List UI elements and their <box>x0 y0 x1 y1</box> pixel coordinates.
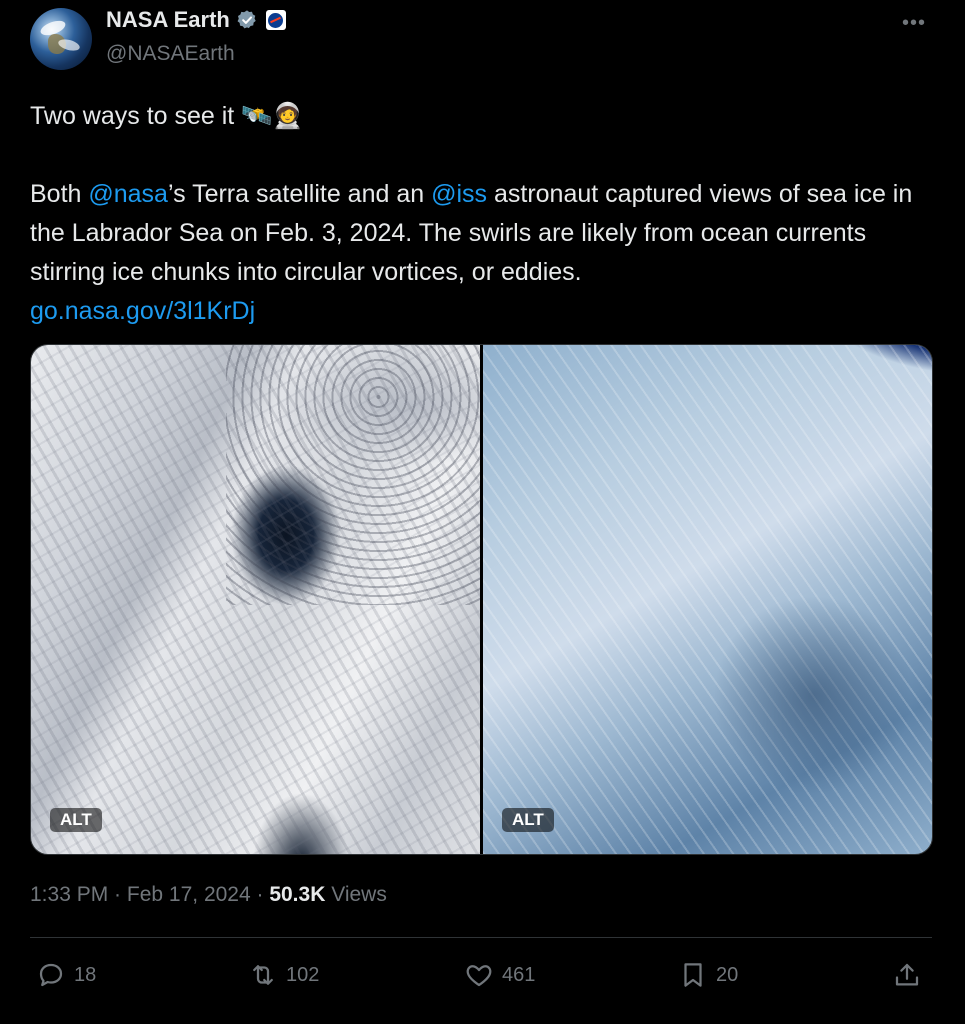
divider <box>30 937 932 938</box>
mention-nasa[interactable]: @nasa <box>88 180 168 208</box>
like-icon <box>466 965 492 987</box>
tweet-text: Two ways to see it 🛰️🧑‍🚀 Both @nasa’s Te… <box>30 97 945 331</box>
tweet-meta: 1:33 PM · Feb 17, 2024 · 50.3K Views <box>30 883 387 907</box>
body-text: ’s Terra satellite and an <box>167 180 432 208</box>
satellite-image[interactable]: ALT <box>31 345 480 854</box>
bookmark-button[interactable]: 20 <box>678 960 738 990</box>
views-label: Views <box>325 883 387 906</box>
reply-button[interactable]: 18 <box>36 960 96 990</box>
body-text: Both <box>30 180 89 208</box>
repost-icon <box>253 965 273 985</box>
share-icon <box>895 963 919 986</box>
tweet-link[interactable]: go.nasa.gov/3l1KrDj <box>30 297 255 325</box>
tweet-time[interactable]: 1:33 PM <box>30 883 108 906</box>
author-display-name[interactable]: NASA Earth <box>106 7 230 33</box>
verified-icon[interactable] <box>236 9 258 31</box>
tweet-body: Both @nasa’s Terra satellite and an @iss… <box>30 175 945 292</box>
views-count: 50.3K <box>269 883 326 906</box>
more-icon[interactable]: ••• <box>902 12 926 35</box>
mention-iss[interactable]: @iss <box>431 180 487 208</box>
action-bar: 18 102 461 20 <box>30 960 932 994</box>
bookmark-count: 20 <box>716 963 739 986</box>
iss-image[interactable]: ALT <box>483 345 932 854</box>
share-button[interactable] <box>892 960 922 990</box>
author-name-line: NASA Earth <box>106 7 286 33</box>
meta-separator: · <box>250 883 270 906</box>
reply-count: 18 <box>74 963 97 986</box>
repost-button[interactable]: 102 <box>248 960 319 990</box>
alt-badge[interactable]: ALT <box>502 808 554 832</box>
nasa-badge-icon[interactable] <box>265 10 286 30</box>
reply-icon <box>39 963 63 987</box>
meta-separator: · <box>108 883 127 906</box>
alt-badge[interactable]: ALT <box>50 808 102 832</box>
like-count: 461 <box>502 963 536 986</box>
like-button[interactable]: 461 <box>464 960 535 990</box>
tweet-date[interactable]: Feb 17, 2024 <box>127 883 251 906</box>
tweet-line-1: Two ways to see it 🛰️🧑‍🚀 <box>30 102 304 130</box>
media-grid: ALT ALT <box>30 344 933 855</box>
bookmark-icon <box>684 963 702 987</box>
author-handle[interactable]: @NASAEarth <box>106 42 235 66</box>
repost-count: 102 <box>286 963 320 986</box>
avatar[interactable] <box>30 8 92 70</box>
